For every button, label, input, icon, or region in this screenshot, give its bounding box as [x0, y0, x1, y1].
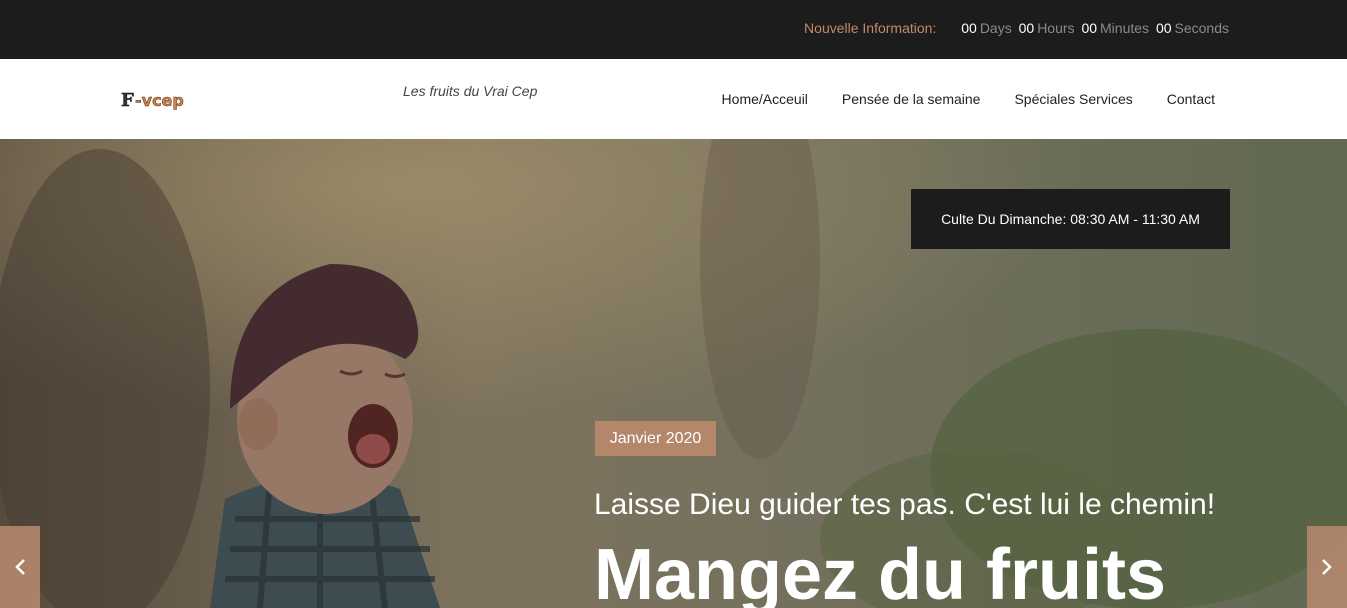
seconds-unit: Seconds — [1174, 20, 1229, 36]
minutes-value: 00 — [1081, 20, 1098, 36]
countdown-label: Nouvelle Information: — [804, 20, 937, 36]
main-nav: Home/Acceuil Pensée de la semaine Spécia… — [722, 91, 1215, 107]
site-logo[interactable]: F -vcep — [120, 89, 206, 111]
chevron-right-icon — [1322, 559, 1332, 575]
days-unit: Days — [979, 20, 1012, 36]
hours-unit: Hours — [1037, 20, 1075, 36]
minutes-unit: Minutes — [1100, 20, 1150, 36]
nav-weekly-thought[interactable]: Pensée de la semaine — [842, 91, 981, 107]
date-badge: Janvier 2020 — [595, 421, 716, 456]
hours-value: 00 — [1018, 20, 1035, 36]
next-slide-button[interactable] — [1307, 526, 1347, 608]
tagline: Les fruits du Vrai Cep — [403, 83, 538, 99]
days-value: 00 — [961, 20, 977, 36]
top-bar: Nouvelle Information: 00 Days 00 Hours 00 M… — [0, 0, 1347, 59]
service-time-box: Culte Du Dimanche: 08:30 AM - 11:30 AM — [911, 189, 1230, 249]
seconds-value: 00 — [1155, 20, 1172, 36]
countdown: Nouvelle Information: 00 Days 00 Hours 00 M… — [804, 20, 1229, 36]
prev-slide-button[interactable] — [0, 526, 40, 608]
chevron-left-icon — [15, 559, 25, 575]
nav-special-services[interactable]: Spéciales Services — [1014, 91, 1132, 107]
svg-text:F: F — [121, 90, 134, 111]
site-header: F -vcep Les fruits du Vrai Cep Home/Acce… — [0, 59, 1347, 139]
hero-slider: Culte Du Dimanche: 08:30 AM - 11:30 AM J… — [0, 139, 1347, 608]
svg-text:-vcep: -vcep — [135, 91, 184, 110]
hero-subtitle: Laisse Dieu guider tes pas. C'est lui le… — [594, 488, 1216, 521]
hero-headline: Mangez du fruits — [594, 535, 1166, 608]
nav-home[interactable]: Home/Acceuil — [722, 91, 808, 107]
nav-contact[interactable]: Contact — [1167, 91, 1215, 107]
